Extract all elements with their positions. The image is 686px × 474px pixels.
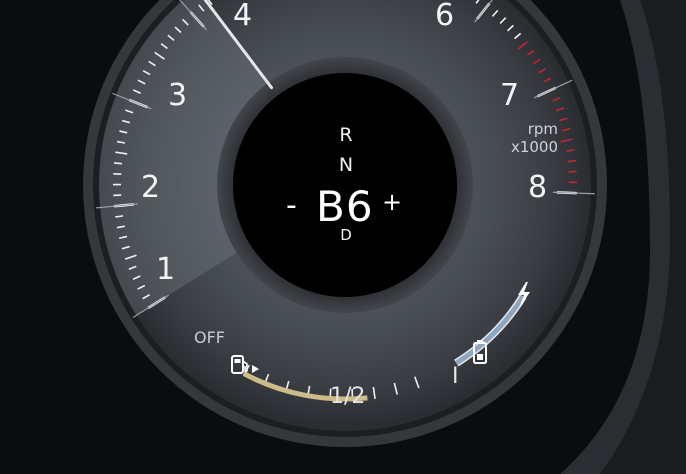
current-gear: B6	[316, 182, 374, 231]
gear-n-label: N	[338, 154, 354, 176]
off-label: OFF	[194, 328, 225, 347]
tach-mark-2: 2	[141, 170, 161, 205]
tach-mark-3: 3	[168, 78, 188, 113]
tach-mark-1: 1	[156, 252, 176, 287]
tach-tick	[115, 215, 124, 218]
rpm-multiplier-label: x1000	[510, 138, 558, 156]
fuel-half-label: 1/2	[330, 384, 366, 409]
instrument-cluster: 1 2 3 4 6 7 8 rpm x1000 OFF 1/2 I R N - …	[0, 0, 686, 474]
tach-mark-8: 8	[528, 170, 548, 205]
tach-mark-6: 6	[435, 0, 455, 33]
rpm-unit-label: rpm x1000	[488, 120, 558, 156]
rpm-label: rpm	[527, 120, 558, 138]
gear-minus-label: -	[286, 188, 297, 223]
gear-plus-label: +	[382, 188, 403, 216]
tach-mark-4: 4	[233, 0, 253, 33]
redline-tick	[567, 159, 576, 163]
gear-r-label: R	[339, 124, 353, 146]
tach-tick	[113, 162, 123, 165]
gear-current-row: - B6 +	[266, 182, 426, 232]
charge-marker-label: I	[452, 364, 459, 389]
gear-d-label: D	[340, 226, 352, 244]
tach-mark-7: 7	[500, 78, 520, 113]
gear-display: R N - B6 + D	[266, 118, 426, 258]
